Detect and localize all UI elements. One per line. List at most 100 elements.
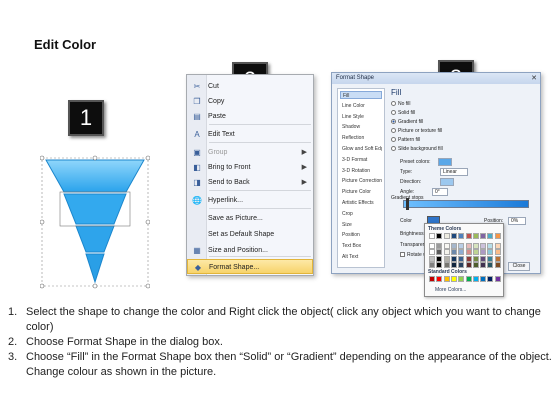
- theme-color-swatch[interactable]: [487, 262, 494, 268]
- theme-color-swatch[interactable]: [458, 233, 465, 239]
- theme-color-swatch[interactable]: [450, 262, 457, 268]
- nav-item-picture-corrections[interactable]: Picture Corrections: [340, 177, 382, 185]
- theme-color-swatch[interactable]: [443, 242, 450, 249]
- theme-color-swatch[interactable]: [480, 255, 487, 262]
- pyramid-segment-4[interactable]: [85, 253, 105, 284]
- theme-color-swatch[interactable]: [436, 249, 443, 255]
- theme-color-swatch[interactable]: [472, 255, 479, 262]
- theme-color-swatch[interactable]: [494, 233, 501, 239]
- nav-item-crop[interactable]: Crop: [340, 210, 382, 218]
- gradient-stops-bar[interactable]: [403, 200, 529, 208]
- theme-color-swatch[interactable]: [443, 262, 450, 268]
- menu-item-set-as-default-shape[interactable]: Set as Default Shape: [187, 227, 313, 242]
- fill-option-no-fill[interactable]: No fill: [391, 101, 411, 107]
- theme-color-swatch[interactable]: [429, 262, 435, 268]
- nav-item-position[interactable]: Position: [340, 231, 382, 239]
- theme-color-swatch[interactable]: [450, 233, 457, 239]
- nav-item-glow-and-soft-edges[interactable]: Glow and Soft Edges: [340, 145, 382, 153]
- nav-item-size[interactable]: Size: [340, 221, 382, 229]
- nav-item-line-style[interactable]: Line Style: [340, 113, 382, 121]
- menu-item-format-shape[interactable]: ◆ Format Shape...: [187, 259, 313, 274]
- theme-color-swatch[interactable]: [480, 233, 487, 239]
- theme-color-swatch[interactable]: [480, 249, 487, 255]
- fill-option-gradient-fill[interactable]: Gradient fill: [391, 119, 423, 125]
- theme-color-swatch[interactable]: [429, 233, 435, 239]
- menu-item-cut[interactable]: ✂ Cut: [187, 79, 313, 94]
- theme-color-swatch[interactable]: [494, 255, 501, 262]
- nav-item-picture-color[interactable]: Picture Color: [340, 188, 382, 196]
- theme-color-swatch[interactable]: [450, 249, 457, 255]
- fill-option-solid-fill[interactable]: Solid fill: [391, 110, 415, 116]
- radio-icon[interactable]: [391, 128, 396, 134]
- nav-item-artistic-effects[interactable]: Artistic Effects: [340, 199, 382, 207]
- theme-color-swatch[interactable]: [465, 262, 472, 268]
- theme-color-swatch[interactable]: [458, 242, 465, 249]
- menu-item-save-as-picture[interactable]: Save as Picture...: [187, 211, 313, 226]
- direction-button[interactable]: [440, 178, 454, 186]
- theme-color-swatch[interactable]: [458, 255, 465, 262]
- theme-color-swatch[interactable]: [472, 262, 479, 268]
- theme-color-swatch[interactable]: [480, 262, 487, 268]
- nav-item-3-d-rotation[interactable]: 3-D Rotation: [340, 167, 382, 175]
- theme-color-swatch[interactable]: [465, 255, 472, 262]
- theme-color-swatch[interactable]: [487, 242, 494, 249]
- nav-item-3-d-format[interactable]: 3-D Format: [340, 156, 382, 164]
- theme-color-swatch[interactable]: [429, 249, 435, 255]
- radio-icon[interactable]: [391, 137, 396, 143]
- theme-color-swatch[interactable]: [429, 255, 435, 262]
- theme-color-swatch[interactable]: [472, 249, 479, 255]
- standard-color-swatch[interactable]: [494, 276, 501, 282]
- pyramid-segment-2[interactable]: [63, 193, 127, 225]
- fill-option-pattern-fill[interactable]: Pattern fill: [391, 137, 420, 143]
- menu-item-group[interactable]: ▣ Group ▶: [187, 145, 313, 160]
- menu-item-edit-text[interactable]: A Edit Text: [187, 127, 313, 142]
- position-input[interactable]: 0%: [508, 217, 526, 225]
- standard-color-swatch[interactable]: [458, 276, 465, 282]
- close-icon[interactable]: ✕: [531, 74, 537, 82]
- theme-color-swatch[interactable]: [443, 249, 450, 255]
- theme-color-swatch[interactable]: [465, 233, 472, 239]
- theme-color-swatch[interactable]: [487, 233, 494, 239]
- type-select[interactable]: Linear: [440, 168, 468, 176]
- theme-color-swatch[interactable]: [443, 233, 450, 239]
- inverted-pyramid-shape[interactable]: [40, 150, 150, 290]
- theme-color-swatch[interactable]: [458, 262, 465, 268]
- resize-handle[interactable]: [145, 155, 150, 161]
- theme-color-swatch[interactable]: [436, 262, 443, 268]
- nav-item-alt-text[interactable]: Alt Text: [340, 253, 382, 261]
- theme-color-swatch[interactable]: [472, 242, 479, 249]
- theme-color-swatch[interactable]: [450, 255, 457, 262]
- theme-color-swatch[interactable]: [465, 242, 472, 249]
- radio-icon[interactable]: [391, 119, 396, 125]
- theme-color-swatch[interactable]: [458, 249, 465, 255]
- resize-handle[interactable]: [40, 155, 45, 161]
- nav-item-shadow[interactable]: Shadow: [340, 123, 382, 131]
- nav-item-reflection[interactable]: Reflection: [340, 134, 382, 142]
- resize-handle[interactable]: [92, 283, 98, 289]
- radio-icon[interactable]: [391, 101, 396, 107]
- theme-color-swatch[interactable]: [480, 242, 487, 249]
- resize-handle[interactable]: [145, 219, 150, 225]
- standard-color-swatch[interactable]: [472, 276, 479, 282]
- resize-handle[interactable]: [40, 283, 45, 289]
- close-button[interactable]: Close: [508, 262, 530, 271]
- resize-handle[interactable]: [40, 219, 45, 225]
- preset-colors-button[interactable]: [438, 158, 452, 166]
- pyramid-segment-3[interactable]: [75, 225, 115, 253]
- standard-color-swatch[interactable]: [450, 276, 457, 282]
- theme-color-swatch[interactable]: [487, 249, 494, 255]
- standard-color-swatch[interactable]: [429, 276, 435, 282]
- theme-color-swatch[interactable]: [472, 233, 479, 239]
- theme-color-swatch[interactable]: [443, 255, 450, 262]
- menu-item-hyperlink[interactable]: 🌐 Hyperlink...: [187, 193, 313, 208]
- nav-item-line-color[interactable]: Line Color: [340, 102, 382, 110]
- angle-input[interactable]: 0°: [432, 188, 448, 196]
- theme-color-swatch[interactable]: [465, 249, 472, 255]
- theme-color-swatch[interactable]: [487, 255, 494, 262]
- standard-color-swatch[interactable]: [487, 276, 494, 282]
- theme-color-swatch[interactable]: [450, 242, 457, 249]
- theme-color-swatch[interactable]: [494, 242, 501, 249]
- nav-item-text-box[interactable]: Text Box: [340, 242, 382, 250]
- radio-icon[interactable]: [391, 110, 396, 116]
- menu-item-send-to-back[interactable]: ◨ Send to Back ▶: [187, 175, 313, 190]
